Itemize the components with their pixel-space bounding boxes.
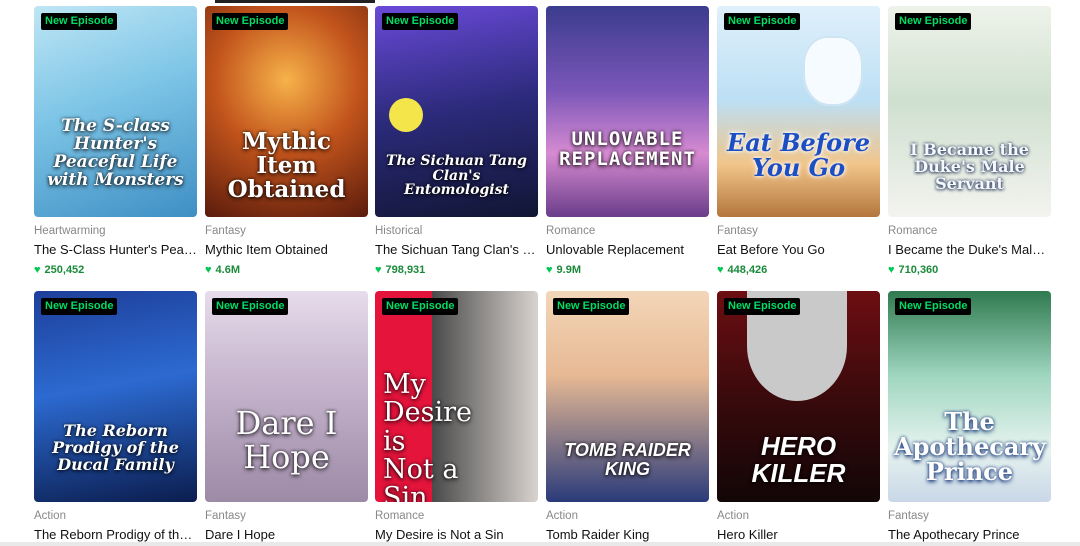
cover-thumbnail[interactable]: TOMB RAIDER KING New Episode: [546, 291, 709, 502]
new-episode-badge: New Episode: [212, 13, 289, 30]
cover-title: My Desire is Not a Sin: [383, 369, 473, 502]
cover-thumbnail[interactable]: Mythic Item Obtained New Episode: [205, 6, 368, 217]
cover-title: The Reborn Prodigy of the Ducal Family: [52, 421, 179, 474]
series-title[interactable]: Mythic Item Obtained: [205, 241, 368, 258]
series-title[interactable]: Dare I Hope: [205, 526, 368, 543]
series-title[interactable]: Eat Before You Go: [717, 241, 880, 258]
cover-title: HERO KILLER: [751, 431, 846, 489]
webtoon-card[interactable]: The Reborn Prodigy of the Ducal Family N…: [34, 291, 197, 543]
cover-title: Mythic Item Obtained: [227, 128, 346, 204]
series-title[interactable]: The S-Class Hunter's Peac...: [34, 241, 197, 258]
cover-thumbnail[interactable]: UNLOVABLE REPLACEMENT New Episode: [546, 6, 709, 217]
new-episode-badge: New Episode: [212, 298, 289, 315]
webtoon-card[interactable]: Eat Before You Go New Episode Fantasy Ea…: [717, 6, 880, 277]
genre-label: Action: [34, 510, 66, 522]
cover-art: [546, 6, 709, 217]
cover-thumbnail[interactable]: The S-class Hunter's Peaceful Life with …: [34, 6, 197, 217]
heart-icon: ♥: [375, 264, 382, 276]
series-title[interactable]: Tomb Raider King: [546, 526, 709, 543]
cover-title: The S-class Hunter's Peaceful Life with …: [47, 116, 184, 190]
new-episode-badge: New Episode: [41, 13, 118, 30]
cover-title: TOMB RAIDER KING: [564, 440, 691, 479]
new-episode-badge: New Episode: [382, 298, 459, 315]
yellow-creature-illustration: [389, 98, 423, 132]
genre-label: Romance: [888, 225, 938, 237]
cover-thumbnail[interactable]: My Desire is Not a Sin New Episode: [375, 291, 538, 502]
cover-title: The Sichuan Tang Clan's Entomologist: [386, 153, 527, 199]
bottom-divider: [0, 542, 1080, 546]
likes-count: ♥ 4.6M: [205, 264, 240, 276]
series-title[interactable]: Unlovable Replacement: [546, 241, 709, 258]
webtoon-card[interactable]: The Apothecary Prince New Episode Fantas…: [888, 291, 1051, 543]
new-episode-badge: New Episode: [895, 298, 972, 315]
webtoon-card[interactable]: My Desire is Not a Sin New Episode Roman…: [375, 291, 538, 543]
webtoon-card[interactable]: The S-class Hunter's Peaceful Life with …: [34, 6, 197, 277]
cover-art: [717, 6, 880, 217]
genre-label: Historical: [375, 225, 423, 237]
heart-icon: ♥: [205, 264, 212, 276]
genre-label: Heartwarming: [34, 225, 106, 237]
new-episode-badge: New Episode: [724, 298, 801, 315]
cover-title: The Apothecary Prince: [894, 407, 1046, 487]
series-title[interactable]: The Reborn Prodigy of the...: [34, 526, 197, 543]
webtoon-grid: The S-class Hunter's Peaceful Life with …: [0, 0, 1080, 546]
genre-label: Action: [546, 510, 578, 522]
new-episode-badge: New Episode: [382, 13, 459, 30]
likes-count: ♥ 9.9M: [546, 264, 581, 276]
new-episode-badge: New Episode: [895, 13, 972, 30]
webtoon-card[interactable]: The Sichuan Tang Clan's Entomologist New…: [375, 6, 538, 277]
cover-title: I Became the Duke's Male Servant: [910, 140, 1029, 193]
webtoon-card[interactable]: UNLOVABLE REPLACEMENT New Episode Romanc…: [546, 6, 709, 277]
webtoon-card[interactable]: TOMB RAIDER KING New Episode Action Tomb…: [546, 291, 709, 543]
cover-thumbnail[interactable]: I Became the Duke's Male Servant New Epi…: [888, 6, 1051, 217]
heart-icon: ♥: [34, 264, 41, 276]
series-title[interactable]: My Desire is Not a Sin: [375, 526, 538, 543]
top-divider: [215, 0, 375, 3]
cover-title: UNLOVABLE REPLACEMENT: [559, 128, 696, 170]
heart-icon: ♥: [717, 264, 724, 276]
genre-label: Fantasy: [717, 225, 758, 237]
cover-thumbnail[interactable]: The Apothecary Prince New Episode: [888, 291, 1051, 502]
heart-icon: ♥: [546, 264, 553, 276]
series-title[interactable]: The Sichuan Tang Clan's E...: [375, 241, 538, 258]
cover-title: Eat Before You Go: [726, 128, 871, 183]
cover-thumbnail[interactable]: Eat Before You Go New Episode: [717, 6, 880, 217]
white-creature-illustration: [803, 36, 863, 106]
genre-label: Romance: [375, 510, 425, 522]
series-title[interactable]: I Became the Duke's Male ...: [888, 241, 1051, 258]
genre-label: Fantasy: [205, 510, 246, 522]
webtoon-card[interactable]: Mythic Item Obtained New Episode Fantasy…: [205, 6, 368, 277]
heart-icon: ♥: [888, 264, 895, 276]
cover-thumbnail[interactable]: Dare I Hope New Episode: [205, 291, 368, 502]
new-episode-badge: New Episode: [41, 298, 118, 315]
cover-thumbnail[interactable]: HERO KILLER New Episode: [717, 291, 880, 502]
likes-count: ♥ 798,931: [375, 264, 426, 276]
webtoon-card[interactable]: Dare I Hope New Episode Fantasy Dare I H…: [205, 291, 368, 543]
genre-label: Action: [717, 510, 749, 522]
likes-count: ♥ 710,360: [888, 264, 939, 276]
likes-count: ♥ 250,452: [34, 264, 85, 276]
webtoon-card[interactable]: HERO KILLER New Episode Action Hero Kill…: [717, 291, 880, 543]
series-title[interactable]: The Apothecary Prince: [888, 526, 1051, 543]
genre-label: Fantasy: [888, 510, 929, 522]
series-title[interactable]: Hero Killer: [717, 526, 880, 543]
cover-title: Dare I Hope: [235, 404, 338, 476]
new-episode-badge: New Episode: [724, 13, 801, 30]
likes-count: ♥ 448,426: [717, 264, 768, 276]
genre-label: Fantasy: [205, 225, 246, 237]
cover-thumbnail[interactable]: The Reborn Prodigy of the Ducal Family N…: [34, 291, 197, 502]
cover-thumbnail[interactable]: The Sichuan Tang Clan's Entomologist New…: [375, 6, 538, 217]
genre-label: Romance: [546, 225, 596, 237]
webtoon-card[interactable]: I Became the Duke's Male Servant New Epi…: [888, 6, 1051, 277]
new-episode-badge: New Episode: [553, 298, 630, 315]
